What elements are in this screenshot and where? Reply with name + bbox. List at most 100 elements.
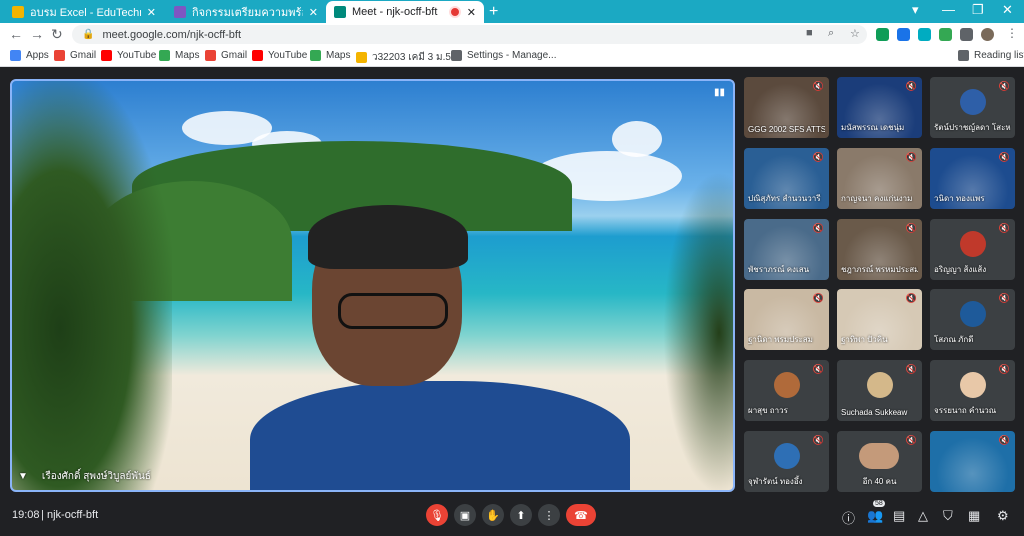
profile-avatar[interactable]	[981, 28, 994, 41]
participant-tile[interactable]: 🔇 กาญจนา คงแก่นงาม	[837, 148, 922, 209]
bookmark-apps[interactable]: Apps	[10, 50, 49, 61]
info-icon[interactable]: ⓘ	[842, 508, 855, 527]
meet-control-bar: 19:08 | njk-ocff-bft 🎙 ▣ ✋ ⬆ ⋮ ☎ ⓘ 58 👥 …	[0, 495, 1024, 536]
mic-muted-icon: 🔇	[905, 223, 917, 233]
close-icon[interactable]: ✕	[467, 6, 476, 19]
mic-off-button[interactable]: 🎙	[426, 504, 448, 526]
close-icon[interactable]: ✕	[309, 6, 318, 19]
mic-muted-icon: 🔇	[905, 81, 917, 91]
participant-name: Suchada Sukkeaw	[841, 408, 908, 417]
people-icon[interactable]: 👥	[867, 508, 883, 524]
zoom-icon[interactable]: ⌕	[828, 27, 834, 40]
extension-icon[interactable]	[918, 28, 931, 41]
separator: |	[41, 509, 44, 521]
camera-icon[interactable]: ■	[806, 27, 813, 39]
mic-muted-icon: 🔇	[905, 435, 917, 445]
bookmark-star-icon[interactable]: ☆	[850, 27, 860, 40]
participant-name: วนิดา ทองแพร	[934, 194, 985, 203]
participant-tile[interactable]: 🔇 GGG 2002 SFS ATTS	[744, 77, 829, 138]
participant-avatar	[867, 372, 893, 398]
leave-call-button[interactable]: ☎	[566, 504, 596, 526]
back-icon[interactable]: ←	[9, 26, 23, 42]
participant-name: ผาสุข ถาวร	[748, 406, 788, 415]
participant-name: ชฎาภรณ์ พรหมประสม	[841, 265, 918, 274]
close-icon[interactable]: ✕	[147, 6, 156, 19]
participant-tile[interactable]: 🔇 พัชราภรณ์ คงเสน	[744, 219, 829, 280]
close-window-button[interactable]: ✕	[1002, 2, 1013, 18]
participant-tile[interactable]: 🔇 ชฎาภรณ์ พรหมประสม	[837, 219, 922, 280]
puzzle-icon[interactable]	[960, 28, 973, 41]
raise-hand-button[interactable]: ✋	[482, 504, 504, 526]
host-controls-icon[interactable]: ⛉	[943, 508, 953, 524]
folder-icon	[451, 50, 462, 61]
pin-icon[interactable]: ▼	[18, 471, 28, 482]
participant-tile[interactable]: 🔇 จุฬารัตน์ ทองอึ้ง	[744, 431, 829, 492]
participant-avatar	[774, 443, 800, 469]
participant-name: กาญจนา คงแก่นงาม	[841, 194, 913, 203]
bookmark-chemistry[interactable]: ว32203 เคมี 3 ม.503	[356, 50, 462, 65]
mic-muted-icon: 🔇	[905, 152, 917, 162]
grid-view-icon[interactable]: ▦	[968, 508, 980, 524]
mic-muted-icon: 🔇	[812, 81, 824, 91]
minimize-button[interactable]: —	[942, 2, 955, 17]
tab-meet[interactable]: Meet - njk-ocff-bft ✕	[326, 1, 484, 23]
new-tab-button[interactable]: +	[489, 3, 498, 21]
reload-icon[interactable]: ↻	[51, 26, 63, 43]
bookmark-youtube[interactable]: YouTube	[101, 50, 156, 61]
participant-tile[interactable]: 🔇 ผาสุข ถาวร	[744, 360, 829, 421]
participant-name: รัตน์ปราชญ์ลดา โสะหาด	[934, 123, 1011, 132]
participant-tile[interactable]: 🔇 จรรยนาถ คำนวณ	[930, 360, 1015, 421]
participant-tile[interactable]: 🔇 ฐาทิพา ปัวคิน	[837, 289, 922, 350]
extension-icon[interactable]: ⚙	[997, 508, 1009, 524]
chat-icon[interactable]: ▤	[893, 508, 905, 524]
participant-avatar	[774, 372, 800, 398]
meet-icon	[334, 6, 346, 18]
participant-tile[interactable]: 🔇 โสภณ ภักดี	[930, 289, 1015, 350]
youtube-icon	[101, 50, 112, 61]
background-cloud	[612, 121, 662, 157]
participant-tile[interactable]: 🔇 มนัสพรรณ เดชนุ่ม	[837, 77, 922, 138]
bookmark-gmail-2[interactable]: Gmail	[205, 50, 247, 61]
participant-tile[interactable]: 🔇 วนิดา ทองแพร	[930, 148, 1015, 209]
participant-tile[interactable]: 🔇 อีก 40 คน	[837, 431, 922, 492]
mic-muted-icon: 🔇	[905, 293, 917, 303]
bookmark-maps-2[interactable]: Maps	[310, 50, 350, 61]
participant-tile[interactable]: 🔇 ฐานิดา พรมประสม	[744, 289, 829, 350]
extension-icon[interactable]	[876, 28, 889, 41]
bookmark-settings[interactable]: Settings - Manage...	[451, 50, 557, 61]
tab-search-icon[interactable]: ▾	[912, 2, 919, 18]
tab-activity[interactable]: กิจกรรมเตรียมความพร้อมจัดสอบปลาย ✕	[166, 1, 326, 23]
mic-muted-icon: 🔇	[905, 364, 917, 374]
participant-tile[interactable]: 🔇 Suchada Sukkeaw	[837, 360, 922, 421]
bookmark-maps[interactable]: Maps	[159, 50, 199, 61]
audio-level-icon: ▮▮	[713, 87, 725, 98]
tab-excel[interactable]: อบรม Excel - EduTechnoKN - Goo ✕	[4, 1, 164, 23]
reading-list-button[interactable]: Reading list	[958, 50, 1024, 61]
participant-name: ปณิสุภัทร สำนวนวารี	[748, 194, 821, 203]
extension-icon[interactable]	[897, 28, 910, 41]
hang-up-icon: ☎	[574, 509, 588, 522]
forward-icon[interactable]: →	[30, 26, 44, 42]
participant-name: โสภณ ภักดี	[934, 335, 974, 344]
participant-tile[interactable]: 🔇 ปณิสุภัทร สำนวนวารี	[744, 148, 829, 209]
more-options-button[interactable]: ⋮	[538, 504, 560, 526]
participant-name: อีก 40 คน	[862, 477, 897, 486]
forms-icon	[174, 6, 186, 18]
activities-icon[interactable]: △	[918, 508, 928, 524]
participant-tile[interactable]: 🔇	[930, 431, 1015, 492]
url-text: meet.google.com/njk-ocff-bft	[102, 28, 242, 41]
maximize-button[interactable]: ❐	[972, 2, 984, 18]
participant-tile[interactable]: 🔇 อริญญา ส้งแส้ง	[930, 219, 1015, 280]
participant-avatar	[960, 301, 986, 327]
address-bar[interactable]: 🔒 meet.google.com/njk-ocff-bft	[72, 25, 867, 44]
classroom-icon	[356, 52, 367, 63]
present-button[interactable]: ⬆	[510, 504, 532, 526]
extension-icon[interactable]	[939, 28, 952, 41]
participant-tile[interactable]: 🔇 รัตน์ปราชญ์ลดา โสะหาด	[930, 77, 1015, 138]
camera-button[interactable]: ▣	[454, 504, 476, 526]
menu-icon[interactable]: ⋮	[1006, 26, 1018, 40]
bookmark-youtube-2[interactable]: YouTube	[252, 50, 307, 61]
bookmark-gmail[interactable]: Gmail	[54, 50, 96, 61]
presenter-tile[interactable]: ▮▮ ▼ เรืองศักดิ์ สุพงษ์วิบูลย์พันธ์	[10, 79, 735, 492]
participant-name: อริญญา ส้งแส้ง	[934, 265, 987, 274]
